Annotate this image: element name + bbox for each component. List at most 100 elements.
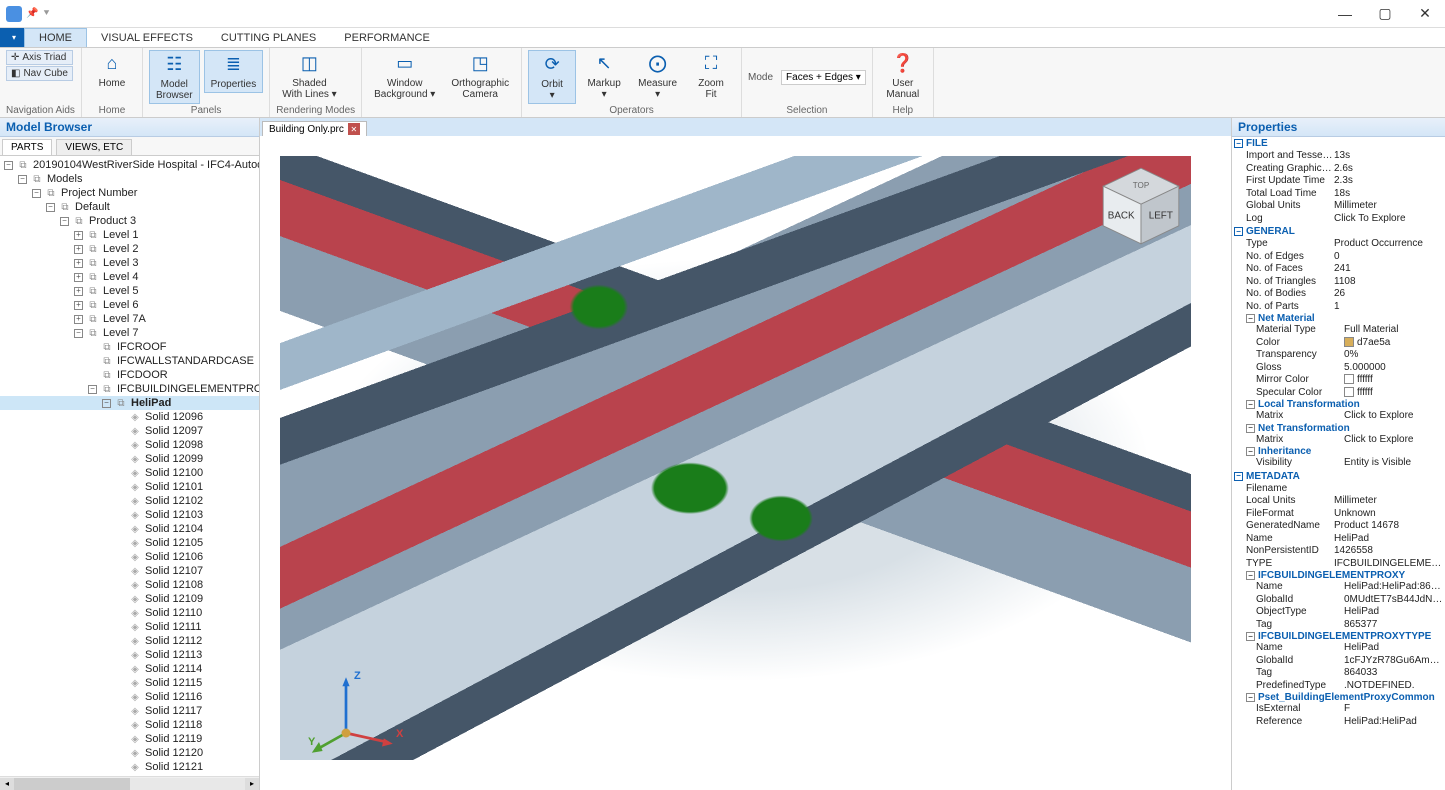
3d-viewport[interactable]: TOP BACK LEFT Z X Y (260, 136, 1231, 790)
prop-row[interactable]: NameHeliPad (1232, 533, 1445, 546)
tab-parts[interactable]: PARTS (2, 139, 52, 155)
tree-node[interactable]: −⧉HeliPad (0, 396, 259, 410)
prop-section-header[interactable]: −FILE (1232, 137, 1445, 150)
prop-row[interactable]: PredefinedType.NOTDEFINED. (1232, 680, 1445, 693)
prop-section-header[interactable]: −GENERAL (1232, 225, 1445, 238)
collapse-icon[interactable]: − (1246, 693, 1255, 702)
axis-triad-widget[interactable]: Z X Y (310, 670, 400, 760)
prop-section-header[interactable]: −METADATA (1232, 470, 1445, 483)
tree-node[interactable]: ⧉IFCDOOR (0, 368, 259, 382)
tree-node[interactable]: ◈Solid 12096 (0, 410, 259, 424)
prop-subsection-header[interactable]: −Net Material (1232, 313, 1445, 324)
measure-button[interactable]: ⨀Measure ▾ (632, 50, 683, 102)
collapse-icon[interactable]: − (1234, 227, 1243, 236)
shaded-button[interactable]: ◫Shaded With Lines ▾ (276, 50, 342, 102)
ribbon-tab-home[interactable]: HOME (24, 28, 87, 47)
tree-node[interactable]: ◈Solid 12110 (0, 606, 259, 620)
expand-icon[interactable]: + (74, 259, 83, 268)
model-browser-button[interactable]: ☷Model Browser (149, 50, 200, 104)
orbit-button[interactable]: ⟳Orbit ▾ (528, 50, 576, 104)
prop-row[interactable]: Specular Colorffffff (1232, 387, 1445, 400)
tree-node[interactable]: +⧉Level 4 (0, 270, 259, 284)
collapse-icon[interactable]: − (88, 385, 97, 394)
markup-button[interactable]: ↖Markup ▾ (580, 50, 628, 102)
prop-row[interactable]: NameHeliPad (1232, 642, 1445, 655)
tree-node[interactable]: ◈Solid 12111 (0, 620, 259, 634)
prop-row[interactable]: No. of Faces241 (1232, 263, 1445, 276)
tree-node[interactable]: ◈Solid 12107 (0, 564, 259, 578)
expand-icon[interactable]: + (74, 245, 83, 254)
tree-node[interactable]: ◈Solid 12100 (0, 466, 259, 480)
tree-node[interactable]: −⧉IFCBUILDINGELEMENTPROXY (0, 382, 259, 396)
close-button[interactable]: ✕ (1405, 0, 1445, 28)
collapse-icon[interactable]: − (18, 175, 27, 184)
prop-row[interactable]: IsExternalF (1232, 703, 1445, 716)
prop-row[interactable]: ObjectTypeHeliPad (1232, 606, 1445, 619)
tree-node[interactable]: ◈Solid 12106 (0, 550, 259, 564)
prop-row[interactable]: No. of Bodies26 (1232, 288, 1445, 301)
maximize-button[interactable]: ▢ (1365, 0, 1405, 28)
tree-node[interactable]: ◈Solid 12119 (0, 732, 259, 746)
nav-cube-toggle[interactable]: ◧Nav Cube (6, 66, 73, 81)
window-background-button[interactable]: ▭Window Background ▾ (368, 50, 441, 102)
prop-row[interactable]: NonPersistentID1426558 (1232, 545, 1445, 558)
prop-row[interactable]: Mirror Colorffffff (1232, 374, 1445, 387)
prop-subsection-header[interactable]: −Net Transformation (1232, 423, 1445, 434)
prop-row[interactable]: Material TypeFull Material (1232, 324, 1445, 337)
tree-hscrollbar[interactable]: ◂▸ (0, 776, 259, 790)
prop-row[interactable]: MatrixClick to Explore (1232, 410, 1445, 423)
ribbon-tab-cutting-planes[interactable]: CUTTING PLANES (207, 28, 330, 47)
prop-subsection-header[interactable]: −Local Transformation (1232, 399, 1445, 410)
collapse-icon[interactable]: − (102, 399, 111, 408)
prop-row[interactable]: TYPEIFCBUILDINGELEMENTP… (1232, 558, 1445, 571)
tree-node[interactable]: +⧉Level 1 (0, 228, 259, 242)
ribbon-tab-visual-effects[interactable]: VISUAL EFFECTS (87, 28, 207, 47)
zoom-fit-button[interactable]: ⛶Zoom Fit (687, 50, 735, 102)
prop-row[interactable]: Gloss5.000000 (1232, 362, 1445, 375)
tree-node[interactable]: −⧉Product 3 (0, 214, 259, 228)
prop-subsection-header[interactable]: −Pset_BuildingElementProxyCommon (1232, 692, 1445, 703)
prop-row[interactable]: Tag865377 (1232, 619, 1445, 632)
collapse-icon[interactable]: − (60, 217, 69, 226)
expand-icon[interactable]: + (74, 301, 83, 310)
tree-node[interactable]: ◈Solid 12116 (0, 690, 259, 704)
prop-subsection-header[interactable]: −IFCBUILDINGELEMENTPROXY (1232, 570, 1445, 581)
tree-node[interactable]: ◈Solid 12103 (0, 508, 259, 522)
tree-node[interactable]: ◈Solid 12097 (0, 424, 259, 438)
prop-row[interactable]: NameHeliPad:HeliPad:865377 (1232, 581, 1445, 594)
prop-row[interactable]: Global UnitsMillimeter (1232, 200, 1445, 213)
expand-icon[interactable]: + (74, 315, 83, 324)
collapse-icon[interactable]: − (1246, 314, 1255, 323)
tree-node[interactable]: +⧉Level 2 (0, 242, 259, 256)
tree-node[interactable]: ◈Solid 12112 (0, 634, 259, 648)
view-cube[interactable]: TOP BACK LEFT (1096, 161, 1186, 251)
ribbon-tab-performance[interactable]: PERFORMANCE (330, 28, 444, 47)
collapse-icon[interactable]: − (1234, 139, 1243, 148)
prop-row[interactable]: Colord7ae5a (1232, 337, 1445, 350)
prop-row[interactable]: Filename (1232, 483, 1445, 496)
selection-mode-dropdown[interactable]: Faces + Edges ▾ (781, 70, 866, 85)
tree-node[interactable]: +⧉Level 5 (0, 284, 259, 298)
home-button[interactable]: ⌂Home (88, 50, 136, 91)
tree-node[interactable]: ◈Solid 12101 (0, 480, 259, 494)
pin-icon[interactable]: 📌 (26, 8, 38, 19)
document-tab-close[interactable]: ✕ (348, 123, 360, 135)
properties-list[interactable]: −FILEImport and Tessellation13sCreating … (1232, 137, 1445, 790)
tree-node[interactable]: ◈Solid 12109 (0, 592, 259, 606)
tree-node[interactable]: ◈Solid 12098 (0, 438, 259, 452)
collapse-icon[interactable]: − (1246, 424, 1255, 433)
prop-row[interactable]: No. of Triangles1108 (1232, 276, 1445, 289)
tree-node[interactable]: −⧉Models (0, 172, 259, 186)
tree-node[interactable]: −⧉Default (0, 200, 259, 214)
collapse-icon[interactable]: − (1234, 472, 1243, 481)
expand-icon[interactable]: + (74, 273, 83, 282)
tree-node[interactable]: ◈Solid 12105 (0, 536, 259, 550)
prop-row[interactable]: Transparency0% (1232, 349, 1445, 362)
prop-row[interactable]: MatrixClick to Explore (1232, 434, 1445, 447)
expand-icon[interactable]: + (74, 287, 83, 296)
tree-node[interactable]: ⧉IFCROOF (0, 340, 259, 354)
prop-row[interactable]: GlobalId1cFJYzR78Gu6AmpC9juyu (1232, 655, 1445, 668)
collapse-icon[interactable]: − (1246, 571, 1255, 580)
collapse-icon[interactable]: − (1246, 447, 1255, 456)
prop-row[interactable]: FileFormatUnknown (1232, 508, 1445, 521)
